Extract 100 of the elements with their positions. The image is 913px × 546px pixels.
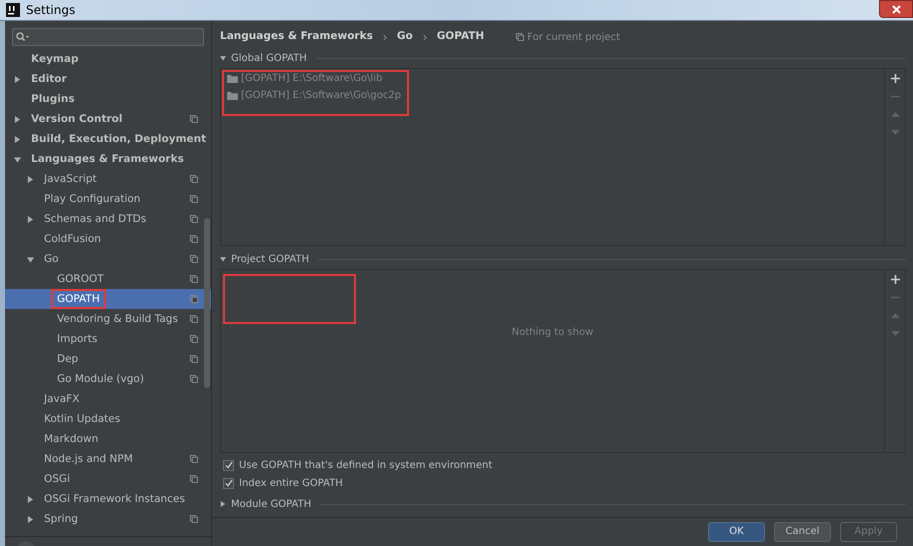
tree-item[interactable]: Markdown	[5, 429, 211, 449]
expanded-arrow-icon[interactable]	[14, 156, 21, 162]
tree-item-label: Build, Execution, Deployment	[30, 132, 208, 147]
tree-item-label: Dep	[56, 352, 80, 367]
expanded-arrow-icon[interactable]	[220, 256, 226, 262]
collapsed-arrow-icon[interactable]	[14, 76, 21, 82]
tree-item[interactable]: Plugins	[5, 89, 211, 109]
collapsed-arrow-icon[interactable]	[27, 496, 34, 502]
checkbox[interactable]	[223, 460, 234, 470]
breadcrumb-item[interactable]: Go	[396, 29, 413, 45]
tree-item-label: Markdown	[43, 432, 100, 447]
breadcrumb-item[interactable]: Languages & Frameworks	[220, 29, 373, 45]
tree-item[interactable]: JavaScript	[5, 169, 211, 189]
scrollbar-thumb[interactable]	[204, 218, 210, 388]
window-title: Settings	[26, 2, 76, 19]
tree-item-label: Imports	[56, 332, 98, 347]
tree-item[interactable]: Node.js and NPM	[5, 449, 211, 469]
tree-item[interactable]: Imports	[5, 329, 211, 349]
folder-icon	[227, 74, 238, 83]
tree-item[interactable]: OSGi Framework Instances	[5, 489, 211, 509]
tree-item[interactable]: Go	[5, 249, 211, 269]
collapsed-arrow-icon[interactable]	[27, 516, 34, 522]
tree-item-label: OSGi	[43, 472, 71, 487]
list-item[interactable]: [GOPATH] E:\Software\Go\lib	[241, 71, 382, 86]
tree-item-label: Editor	[30, 72, 68, 87]
chevron-icon	[422, 34, 427, 40]
project-icon	[190, 335, 198, 343]
project-icon	[190, 475, 198, 483]
project-icon	[190, 455, 198, 463]
tree-item[interactable]: ColdFusion	[5, 229, 211, 249]
list-item[interactable]: [GOPATH] E:\Software\Go\goc2p	[241, 88, 402, 103]
section-title[interactable]: Global GOPATH	[231, 50, 307, 66]
tree-item[interactable]: Vendoring & Build Tags	[5, 309, 211, 329]
tree-item[interactable]: OSGi	[5, 469, 211, 489]
tree-item[interactable]: GOPATH	[5, 289, 211, 309]
tree-item-label: Go Module (vgo)	[56, 372, 145, 387]
tree-item[interactable]: JavaFX	[5, 389, 211, 409]
tree-item-label: Go	[43, 252, 60, 267]
tree-item[interactable]: GOROOT	[5, 269, 211, 289]
tree-item-label: Plugins	[30, 92, 76, 107]
project-icon	[190, 115, 198, 123]
app-logo-icon	[6, 3, 20, 17]
scope-note: For current project	[527, 30, 620, 44]
collapsed-arrow-icon[interactable]	[27, 216, 34, 222]
add-icon[interactable]	[890, 74, 900, 83]
tree-item[interactable]: Play Configuration	[5, 189, 211, 209]
tree-item[interactable]: Version Control	[5, 109, 211, 129]
section-title[interactable]: Module GOPATH	[231, 496, 312, 512]
tree-item-label: Languages & Frameworks	[30, 152, 185, 167]
section-title[interactable]: Project GOPATH	[231, 252, 310, 266]
folder-icon	[227, 91, 238, 100]
project-icon	[190, 215, 198, 223]
tree-item[interactable]: Languages & Frameworks	[5, 149, 211, 169]
tree-item[interactable]: Schemas and DTDs	[5, 209, 211, 229]
add-icon[interactable]	[890, 275, 900, 284]
tree-item-label: OSGi Framework Instances	[43, 492, 186, 507]
tree-item-label: Node.js and NPM	[43, 452, 134, 467]
search-icon	[16, 32, 30, 42]
tree-item-label: Schemas and DTDs	[43, 212, 148, 227]
checkbox-label: Index entire GOPATH	[239, 476, 343, 490]
dialog-button[interactable]: OK	[708, 522, 765, 542]
project-icon	[190, 195, 198, 203]
tree-item[interactable]: Kotlin Updates	[5, 409, 211, 429]
checkbox[interactable]	[223, 478, 234, 488]
project-icon	[190, 355, 198, 363]
tree-item-label: JavaScript	[42, 172, 98, 187]
project-icon	[190, 515, 198, 523]
expanded-arrow-icon[interactable]	[220, 55, 226, 61]
empty-message: Nothing to show	[512, 326, 594, 340]
tree-item-label: ColdFusion	[43, 232, 102, 247]
tree-item-label: Version Control	[30, 112, 124, 127]
search-field[interactable]	[12, 28, 204, 46]
tree-item[interactable]: Spring	[5, 509, 211, 529]
tree-item[interactable]: Keymap	[5, 49, 211, 69]
tree-item[interactable]: Dep	[5, 349, 211, 369]
collapsed-arrow-icon[interactable]	[27, 176, 34, 182]
tree-item-label: Keymap	[30, 52, 80, 67]
project-icon	[190, 255, 198, 263]
expanded-arrow-icon[interactable]	[27, 256, 34, 262]
collapsed-arrow-icon[interactable]	[14, 116, 21, 122]
chevron-icon	[382, 34, 387, 40]
close-icon	[892, 4, 900, 14]
project-icon	[190, 295, 198, 303]
tree-item[interactable]: Build, Execution, Deployment	[5, 129, 211, 149]
project-icon	[190, 275, 198, 283]
tree-item[interactable]: Editor	[5, 69, 211, 89]
collapsed-arrow-icon[interactable]	[220, 501, 226, 507]
dialog-button[interactable]: Cancel	[774, 522, 831, 542]
checkbox-label: Use GOPATH that's defined in system environment	[239, 458, 492, 472]
tree-item-label: Spring	[43, 512, 79, 527]
tree-item-label: JavaFX	[42, 392, 80, 407]
breadcrumb-item[interactable]: GOPATH	[436, 29, 484, 45]
tree-item-label: Play Configuration	[43, 192, 142, 207]
project-icon	[190, 175, 198, 183]
collapsed-arrow-icon[interactable]	[14, 136, 21, 142]
project-icon	[190, 235, 198, 243]
close-button[interactable]	[879, 0, 913, 18]
tree-item[interactable]: Go Module (vgo)	[5, 369, 211, 389]
project-icon	[190, 315, 198, 323]
tree-item-label: GOROOT	[56, 272, 105, 287]
